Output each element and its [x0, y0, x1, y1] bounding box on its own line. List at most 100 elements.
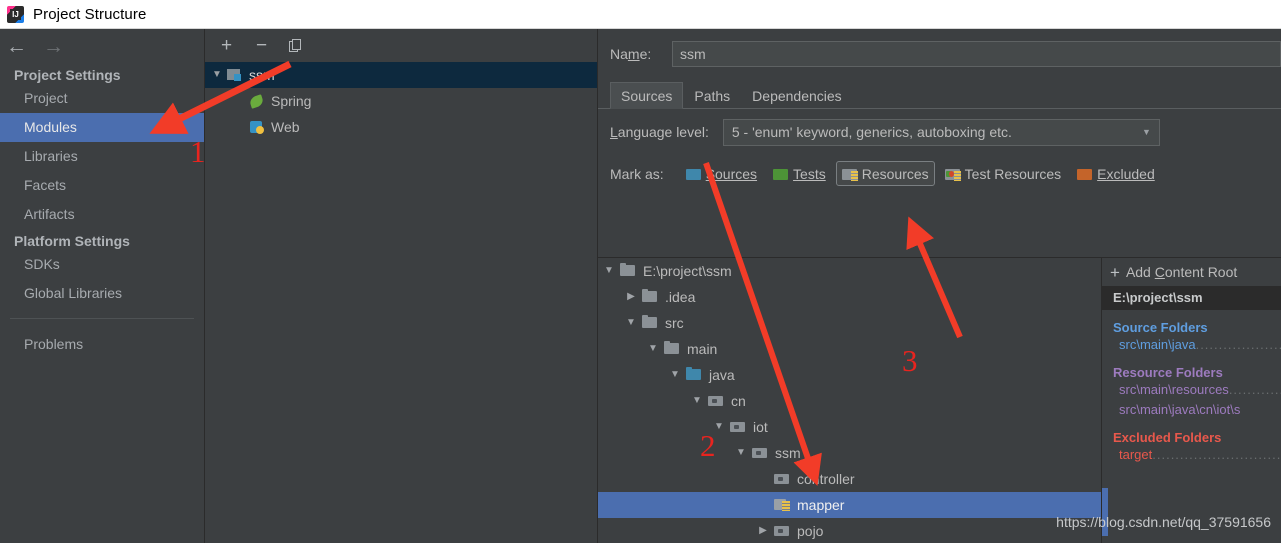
sidebar-item-facets[interactable]: Facets [0, 171, 204, 200]
mark-as-test-resources-button[interactable]: Test Resources [939, 161, 1067, 186]
folder-excluded-icon [1077, 167, 1093, 181]
chevron-down-icon[interactable]: ▼ [642, 344, 664, 354]
tree-row[interactable]: ▼ src [598, 310, 1101, 336]
copy-icon[interactable] [288, 38, 305, 53]
chevron-down-icon[interactable]: ▼ [620, 318, 642, 328]
folder-icon [620, 263, 637, 278]
chevron-down-icon[interactable]: ▼ [598, 266, 620, 276]
chevron-right-icon[interactable]: ▶ [620, 292, 642, 302]
modules-toolbar: + − [205, 29, 597, 62]
tree-row-mapper[interactable]: mapper [598, 492, 1101, 518]
remove-module-button[interactable]: − [253, 36, 270, 55]
arrow-left-icon[interactable]: ← [6, 36, 27, 57]
chevron-down-icon[interactable]: ▼ [686, 396, 708, 406]
resource-folder-path: src\main\resources [1119, 382, 1229, 397]
tree-row-label: src [665, 315, 684, 331]
module-row-web[interactable]: Web [205, 114, 597, 140]
package-icon [752, 446, 769, 460]
mark-as-row: Mark as: Sources Tests Resources Test Re… [598, 155, 1281, 192]
chevron-down-icon[interactable]: ▼ [212, 70, 226, 80]
source-folder-item[interactable]: src\main\java......................... [1102, 335, 1281, 355]
language-level-select[interactable]: 5 - 'enum' keyword, generics, autoboxing… [722, 118, 1160, 146]
tree-row-label: iot [753, 419, 768, 435]
module-row-ssm[interactable]: ▼ ssm [205, 62, 597, 88]
tree-row-label: pojo [797, 523, 824, 539]
name-label: Name: [610, 46, 652, 62]
sidebar-item-global-libraries[interactable]: Global Libraries [0, 279, 204, 308]
excluded-folder-path: target [1119, 447, 1153, 462]
folder-icon [664, 341, 681, 356]
chevron-down-icon[interactable]: ▼ [730, 448, 752, 458]
tree-row[interactable]: ▶ pojo [598, 518, 1101, 543]
tree-row-label: E:\project\ssm [643, 263, 732, 279]
module-facet-label: Spring [271, 93, 312, 109]
annotation-number-3: 3 [902, 343, 918, 378]
annotation-number-2: 2 [700, 428, 716, 463]
tab-dependencies[interactable]: Dependencies [741, 82, 853, 109]
mark-as-sources-label: Sources [705, 165, 758, 182]
tree-row-label: ssm [775, 445, 801, 461]
tree-row-label: .idea [665, 289, 696, 305]
name-row: Name: ssm [598, 29, 1281, 79]
chevron-down-icon[interactable]: ▼ [664, 370, 686, 380]
module-row-spring[interactable]: Spring [205, 88, 597, 114]
add-content-root-button[interactable]: + Add Content Root [1102, 258, 1281, 286]
modules-tree: ▼ ssm Spring Web [205, 62, 597, 543]
resource-folder-icon [774, 498, 791, 512]
sidebar-item-sdks[interactable]: SDKs [0, 250, 204, 279]
language-level-value: 5 - 'enum' keyword, generics, autoboxing… [731, 124, 1012, 140]
folder-tests-icon [773, 167, 789, 181]
dotted-leader: ................................. [1152, 447, 1281, 462]
mark-as-excluded-label: Excluded [1097, 165, 1155, 182]
tree-row[interactable]: ▼ cn [598, 388, 1101, 414]
folder-sources-icon [685, 167, 702, 181]
tree-row[interactable]: controller [598, 466, 1101, 492]
tree-row-label: main [687, 341, 718, 357]
sidebar-item-modules[interactable]: Modules [0, 113, 204, 142]
tree-row[interactable]: ▼ E:\project\ssm [598, 258, 1101, 284]
content-roots-panel: + Add Content Root E:\project\ssm Source… [1102, 258, 1281, 543]
mark-as-tests-button[interactable]: Tests [767, 161, 832, 186]
sidebar-item-problems[interactable]: Problems [0, 330, 204, 359]
tree-row[interactable]: ▼ java [598, 362, 1101, 388]
module-facet-label: Web [271, 119, 300, 135]
folder-icon [642, 289, 659, 304]
navigation-arrows: ← → [0, 29, 204, 63]
tree-row-label: controller [797, 471, 855, 487]
sidebar-item-project[interactable]: Project [0, 84, 204, 113]
resource-folder-item[interactable]: src\main\java\cn\iot\s [1102, 400, 1281, 420]
language-level-row: Language level: 5 - 'enum' keyword, gene… [598, 109, 1281, 155]
tree-row[interactable]: ▶ .idea [598, 284, 1101, 310]
package-icon [730, 420, 747, 434]
editor-tabs: Sources Paths Dependencies [598, 79, 1281, 109]
mark-as-resources-label: Resources [861, 165, 929, 182]
name-input[interactable]: ssm [672, 41, 1281, 67]
mark-as-excluded-button[interactable]: Excluded [1071, 161, 1161, 186]
folder-icon [642, 315, 659, 330]
watermark: https://blog.csdn.net/qq_37591656 [1056, 514, 1271, 530]
add-module-button[interactable]: + [218, 36, 235, 55]
app-icon-text: IJ [10, 8, 21, 20]
sidebar-item-libraries[interactable]: Libraries [0, 142, 204, 171]
arrow-right-icon[interactable]: → [43, 36, 64, 57]
sidebar-item-artifacts[interactable]: Artifacts [0, 200, 204, 229]
tab-paths[interactable]: Paths [683, 82, 741, 109]
sidebar-group-project-settings: Project Settings [14, 67, 121, 83]
tree-row[interactable]: ▼ iot [598, 414, 1101, 440]
mark-as-resources-button[interactable]: Resources [835, 161, 935, 186]
resource-folder-item[interactable]: src\main\resources............. [1102, 380, 1281, 400]
dotted-leader: ............. [1228, 382, 1281, 397]
tree-row[interactable]: ▼ main [598, 336, 1101, 362]
excluded-folders-title: Excluded Folders [1113, 430, 1222, 445]
module-editor: Name: ssm Sources Paths Dependencies Lan… [598, 29, 1281, 543]
excluded-folder-item[interactable]: target................................. [1102, 445, 1281, 465]
language-level-label: Language level: [610, 124, 709, 140]
tab-sources[interactable]: Sources [610, 82, 684, 109]
mark-as-sources-button[interactable]: Sources [680, 161, 763, 186]
source-folder-path: src\main\java [1119, 337, 1196, 352]
chevron-right-icon[interactable]: ▶ [752, 526, 774, 536]
plus-icon: + [1110, 262, 1120, 282]
intellij-idea-icon: IJ [7, 5, 24, 23]
tree-row[interactable]: ▼ ssm [598, 440, 1101, 466]
